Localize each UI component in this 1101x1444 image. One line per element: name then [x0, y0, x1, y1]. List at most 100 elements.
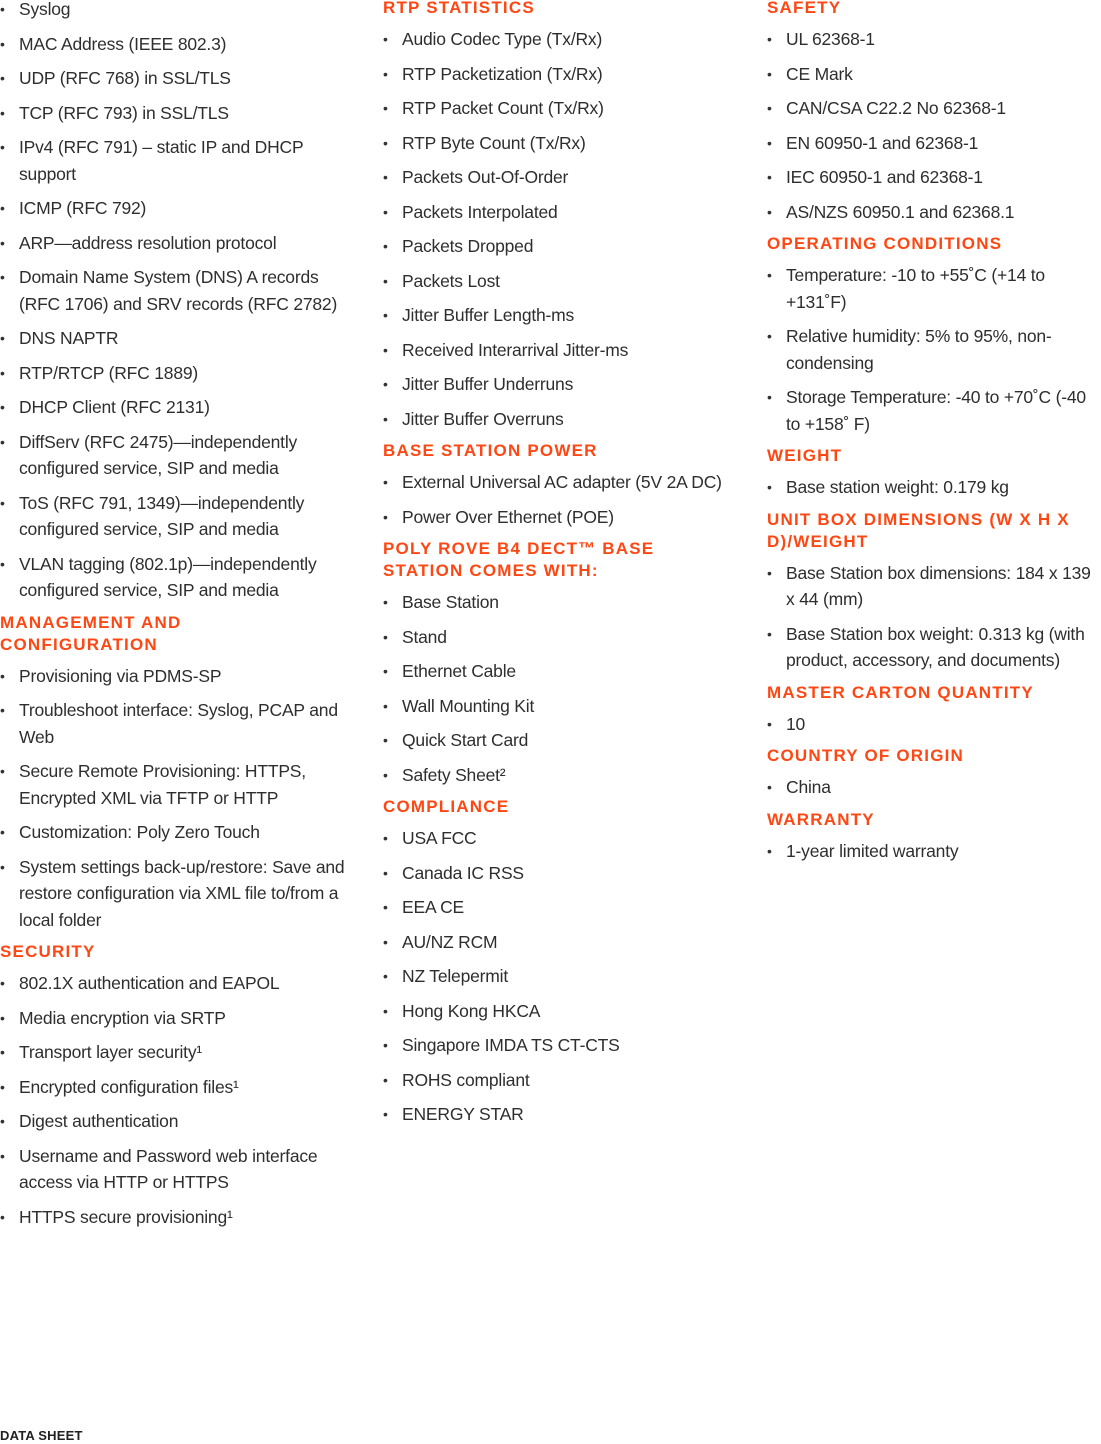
list-item: Base Station box weight: 0.313 kg (with …	[767, 621, 1101, 674]
section-network-protocols: Syslog MAC Address (IEEE 802.3) UDP (RFC 7…	[0, 0, 345, 604]
list-item: IPv4 (RFC 791) – static IP and DHCP supp…	[0, 134, 345, 187]
list-item: Packets Interpolated	[383, 199, 728, 226]
section-heading: SAFETY	[767, 0, 842, 17]
list-item: EN 60950-1 and 62368-1	[767, 130, 1101, 157]
list-item: Temperature: -10 to +55˚C (+14 to +131˚F…	[767, 262, 1101, 315]
list-item: Username and Password web interface acce…	[0, 1143, 345, 1196]
section-safety: SAFETY UL 62368-1 CE Mark CAN/CSA C22.2 No …	[767, 0, 1101, 225]
list-item: EEA CE	[383, 894, 728, 921]
list-item: TCP (RFC 793) in SSL/TLS	[0, 100, 345, 127]
list-item: Jitter Buffer Overruns	[383, 406, 728, 433]
section-heading: MANAGEMENT AND CONFIGURATION	[0, 612, 182, 654]
list-item: DiffServ (RFC 2475)—independently config…	[0, 429, 345, 482]
list-item: VLAN tagging (802.1p)—independently conf…	[0, 551, 345, 604]
section-warranty: WARRANTY 1-year limited warranty	[767, 809, 1101, 865]
list-item: Ethernet Cable	[383, 658, 728, 685]
list-item: 10	[767, 711, 1101, 738]
list-item: MAC Address (IEEE 802.3)	[0, 31, 345, 58]
section-weight: WEIGHT Base station weight: 0.179 kg	[767, 445, 1101, 501]
list-item: ARP—address resolution protocol	[0, 230, 345, 257]
list-item: Packets Out-Of-Order	[383, 164, 728, 191]
section-rtp-statistics: RTP STATISTICS Audio Codec Type (Tx/Rx) RT…	[383, 0, 728, 432]
section-heading: MASTER CARTON QUANTITY	[767, 682, 1034, 702]
list-item: Jitter Buffer Length-ms	[383, 302, 728, 329]
list-item: NZ Telepermit	[383, 963, 728, 990]
column-3: SAFETY UL 62368-1 CE Mark CAN/CSA C22.2 No …	[767, 0, 1101, 872]
list-item: AU/NZ RCM	[383, 929, 728, 956]
spec-list: Base station weight: 0.179 kg	[767, 474, 1101, 501]
list-item: AS/NZS 60950.1 and 62368.1	[767, 199, 1101, 226]
section-heading: WEIGHT	[767, 446, 843, 465]
list-item: Transport layer security¹	[0, 1039, 345, 1066]
list-item: CAN/CSA C22.2 No 62368-1	[767, 95, 1101, 122]
section-master-carton-quantity: MASTER CARTON QUANTITY 10	[767, 682, 1101, 738]
section-security: SECURITY 802.1X authentication and EAPOL M…	[0, 941, 345, 1230]
section-heading: SECURITY	[0, 942, 96, 961]
list-item: UL 62368-1	[767, 26, 1101, 53]
list-item: Provisioning via PDMS-SP	[0, 663, 345, 690]
list-item: RTP/RTCP (RFC 1889)	[0, 360, 345, 387]
spec-list: USA FCC Canada IC RSS EEA CE AU/NZ RCM NZ Te…	[383, 825, 728, 1128]
list-item: UDP (RFC 768) in SSL/TLS	[0, 65, 345, 92]
list-item: Singapore IMDA TS CT-CTS	[383, 1032, 728, 1059]
spec-list: 10	[767, 711, 1101, 738]
list-item: Audio Codec Type (Tx/Rx)	[383, 26, 728, 53]
list-item: Power Over Ethernet (POE)	[383, 504, 728, 531]
spec-list: Temperature: -10 to +55˚C (+14 to +131˚F…	[767, 262, 1101, 437]
list-item: System settings back-up/restore: Save an…	[0, 854, 345, 934]
list-item: Wall Mounting Kit	[383, 693, 728, 720]
list-item: 802.1X authentication and EAPOL	[0, 970, 345, 997]
list-item: Customization: Poly Zero Touch	[0, 819, 345, 846]
section-base-station-power: BASE STATION POWER External Universal AC …	[383, 440, 728, 530]
column-1: Syslog MAC Address (IEEE 802.3) UDP (RFC 7…	[0, 0, 345, 1238]
list-item: Storage Temperature: -40 to +70˚C (-40 t…	[767, 384, 1101, 437]
list-item: Safety Sheet²	[383, 762, 728, 789]
section-unit-box-dimensions-w-x-h-x-d-weight: UNIT BOX DIMENSIONS (W X H X D)/WEIGHT Ba…	[767, 509, 1101, 674]
list-item: Canada IC RSS	[383, 860, 728, 887]
list-item: IEC 60950-1 and 62368-1	[767, 164, 1101, 191]
list-item: Media encryption via SRTP	[0, 1005, 345, 1032]
section-heading: OPERATING CONDITIONS	[767, 234, 1003, 253]
section-heading: COMPLIANCE	[383, 797, 510, 816]
list-item: Relative humidity: 5% to 95%, non-conden…	[767, 323, 1101, 376]
spec-list: Audio Codec Type (Tx/Rx) RTP Packetizatio…	[383, 26, 728, 432]
list-item: Packets Dropped	[383, 233, 728, 260]
list-item: Hong Kong HKCA	[383, 998, 728, 1025]
section-heading: UNIT BOX DIMENSIONS (W X H X D)/WEIGHT	[767, 509, 1070, 551]
section-compliance: COMPLIANCE USA FCC Canada IC RSS EEA CE AU/N…	[383, 796, 728, 1128]
list-item: RTP Byte Count (Tx/Rx)	[383, 130, 728, 157]
spec-list: Base Station Stand Ethernet Cable Wall Moun…	[383, 589, 728, 788]
list-item: RTP Packet Count (Tx/Rx)	[383, 95, 728, 122]
list-item: CE Mark	[767, 61, 1101, 88]
list-item: HTTPS secure provisioning¹	[0, 1204, 345, 1231]
list-item: ROHS compliant	[383, 1067, 728, 1094]
list-item: Base station weight: 0.179 kg	[767, 474, 1101, 501]
list-item: ENERGY STAR	[383, 1101, 728, 1128]
footer-label: DATA SHEET	[0, 1428, 83, 1443]
list-item: DHCP Client (RFC 2131)	[0, 394, 345, 421]
section-heading: COUNTRY OF ORIGIN	[767, 746, 965, 765]
spec-list: UL 62368-1 CE Mark CAN/CSA C22.2 No 62368-…	[767, 26, 1101, 225]
list-item: DNS NAPTR	[0, 325, 345, 352]
list-item: Base Station box dimensions: 184 x 139 x…	[767, 560, 1101, 613]
list-item: Secure Remote Provisioning: HTTPS, Encry…	[0, 758, 345, 811]
section-management-and-configuration: MANAGEMENT AND CONFIGURATION Provisioning…	[0, 612, 345, 934]
list-item: Encrypted configuration files¹	[0, 1074, 345, 1101]
list-item: Domain Name System (DNS) A records (RFC …	[0, 264, 345, 317]
section-heading: POLY ROVE B4 DECT™ BASE STATION COMES WI…	[383, 539, 655, 580]
list-item: Quick Start Card	[383, 727, 728, 754]
spec-list: External Universal AC adapter (5V 2A DC)…	[383, 469, 728, 530]
list-item: External Universal AC adapter (5V 2A DC)	[383, 469, 728, 496]
spec-list: Syslog MAC Address (IEEE 802.3) UDP (RFC 7…	[0, 0, 345, 604]
spec-list: China	[767, 774, 1101, 801]
list-item: Packets Lost	[383, 268, 728, 295]
list-item: ICMP (RFC 792)	[0, 195, 345, 222]
section-heading: WARRANTY	[767, 809, 875, 829]
section-country-of-origin: COUNTRY OF ORIGIN China	[767, 745, 1101, 801]
spec-list: 1-year limited warranty	[767, 838, 1101, 865]
list-item: Syslog	[0, 0, 345, 23]
section-operating-conditions: OPERATING CONDITIONS Temperature: -10 to …	[767, 233, 1101, 437]
section-heading: RTP STATISTICS	[383, 0, 535, 17]
list-item: RTP Packetization (Tx/Rx)	[383, 61, 728, 88]
list-item: 1-year limited warranty	[767, 838, 1101, 865]
